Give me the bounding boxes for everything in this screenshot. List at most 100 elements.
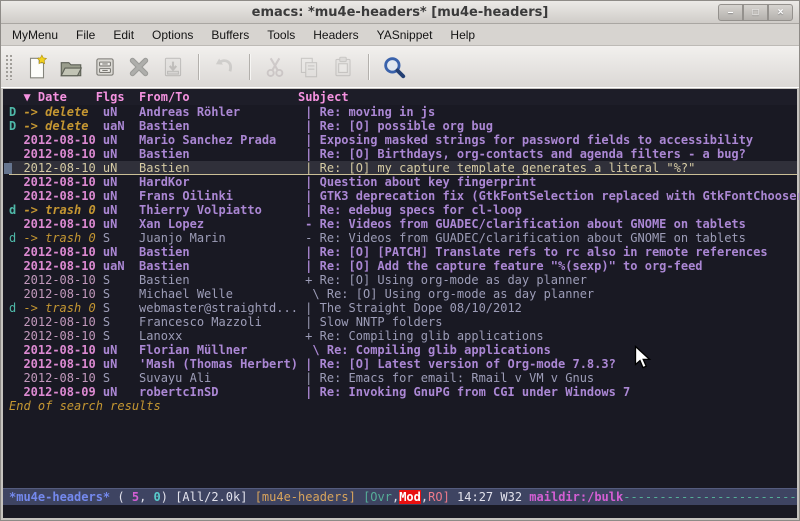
tool-bar: [1, 46, 799, 88]
mu4e-headers-buffer[interactable]: ▼ Date Flgs From/To Subject D-> deleteuN…: [1, 89, 799, 520]
modeline-segment: [mu4e-headers]: [255, 490, 363, 504]
toolbar-grip-handle[interactable]: [5, 54, 14, 80]
message-from: Bastien: [139, 273, 305, 287]
message-subject: | Re: moving in js: [305, 105, 435, 119]
echo-area[interactable]: [3, 505, 797, 518]
modeline-segment: 0: [154, 490, 161, 504]
menu-item-edit[interactable]: Edit: [104, 25, 143, 45]
message-subject: + Re: Compiling glib applications: [305, 329, 543, 343]
message-date: 2012-08-10: [23, 175, 102, 189]
save-icon[interactable]: [88, 51, 122, 83]
message-flags: uN: [103, 343, 139, 357]
message-flags: S: [103, 273, 139, 287]
message-row[interactable]: 2012-08-09uNrobertcInSD| Re: Invoking Gn…: [9, 385, 797, 399]
message-row[interactable]: 2012-08-10SBastien+ Re: [O] Using org-mo…: [9, 273, 797, 287]
menu-item-yasnippet[interactable]: YASnippet: [368, 25, 442, 45]
message-row[interactable]: 2012-08-10uNHardKor| Question about key …: [9, 175, 797, 189]
message-from: webmaster@straightd...: [139, 301, 305, 315]
copy-icon: [292, 51, 326, 83]
message-row[interactable]: 2012-08-10SMichael Welle \ Re: [O] Using…: [9, 287, 797, 301]
message-date: 2012-08-10: [23, 343, 102, 357]
message-flags: uaN: [103, 119, 139, 133]
message-row[interactable]: 2012-08-10SFrancesco Mazzoli| Slow NNTP …: [9, 315, 797, 329]
message-row[interactable]: 2012-08-10SLanoxx+ Re: Compiling glib ap…: [9, 329, 797, 343]
message-from: Thierry Volpiatto: [139, 203, 305, 217]
modeline-segment: Mod: [399, 490, 421, 504]
message-row[interactable]: D-> deleteuaNBastien| Re: [O] possible o…: [9, 119, 797, 133]
message-row[interactable]: 2012-08-10uNBastien| Re: [O] my capture …: [9, 161, 797, 175]
message-flags: uN: [103, 189, 139, 203]
message-row[interactable]: 2012-08-10uNXan Lopez- Re: Videos from G…: [9, 217, 797, 231]
message-from: Andreas Röhler: [139, 105, 305, 119]
toolbar-separator: [368, 54, 369, 80]
message-subject: | Re: [O] my capture template generates …: [305, 161, 695, 175]
message-row[interactable]: D-> deleteuNAndreas Röhler| Re: moving i…: [9, 105, 797, 119]
mark-char: [9, 329, 23, 343]
title-bar[interactable]: emacs: *mu4e-headers* [mu4e-headers] –□×: [1, 1, 799, 24]
window-buttons: –□×: [718, 4, 793, 21]
menu-item-tools[interactable]: Tools: [258, 25, 304, 45]
message-subject: \ Re: Compiling glib applications: [305, 343, 551, 357]
search-icon[interactable]: [377, 51, 411, 83]
message-row[interactable]: 2012-08-10uN'Mash (Thomas Herbert)| Re: …: [9, 357, 797, 371]
toolbar-separator: [198, 54, 199, 80]
mark-action: -> delete: [23, 119, 102, 133]
message-from: Michael Welle: [139, 287, 305, 301]
message-row[interactable]: 2012-08-10uNFrans Oilinki| GTK3 deprecat…: [9, 189, 797, 203]
mark-char: [9, 273, 23, 287]
message-row[interactable]: 2012-08-10uNBastien| Re: [O] Birthdays, …: [9, 147, 797, 161]
mark-char: [9, 133, 23, 147]
message-row[interactable]: 2012-08-10uNBastien| Re: [O] [PATCH] Tra…: [9, 245, 797, 259]
message-row[interactable]: d-> trash 0uNThierry Volpiatto| Re: edeb…: [9, 203, 797, 217]
message-row[interactable]: 2012-08-10uNFlorian Müllner \ Re: Compil…: [9, 343, 797, 357]
message-date: 2012-08-10: [23, 245, 102, 259]
message-subject: | Re: edebug specs for cl-loop: [305, 203, 522, 217]
message-date: 2012-08-10: [23, 315, 102, 329]
minimize-button[interactable]: –: [718, 4, 743, 21]
fringe-current-indicator: [4, 163, 12, 174]
modeline-segment: maildir:/bulk: [529, 490, 623, 504]
message-date: 2012-08-10: [23, 161, 102, 175]
emacs-window: emacs: *mu4e-headers* [mu4e-headers] –□×…: [0, 0, 800, 521]
mark-char: D: [9, 119, 23, 133]
mark-char: [9, 371, 23, 385]
modeline-segment: ,: [139, 490, 153, 504]
message-row[interactable]: 2012-08-10uNMario Sanchez Prada| Exposin…: [9, 133, 797, 147]
message-flags: uN: [103, 357, 139, 371]
modeline-segment: 5: [132, 490, 139, 504]
mark-char: [9, 175, 23, 189]
message-from: Florian Müllner: [139, 343, 305, 357]
message-from: Xan Lopez: [139, 217, 305, 231]
message-row[interactable]: d-> trash 0SJuanjo Marin- Re: Videos fro…: [9, 231, 797, 245]
message-flags: S: [103, 301, 139, 315]
close-button[interactable]: ×: [768, 4, 793, 21]
headers-column-header: ▼ Date Flgs From/To Subject: [3, 89, 797, 105]
menu-item-headers[interactable]: Headers: [304, 25, 367, 45]
menu-item-mymenu[interactable]: MyMenu: [3, 25, 67, 45]
mark-char: [9, 343, 23, 357]
buffer-empty-space[interactable]: [3, 413, 797, 488]
maximize-button[interactable]: □: [743, 4, 768, 21]
modeline-segment: ----------------------------------------…: [623, 490, 797, 504]
mark-char: [9, 259, 23, 273]
message-row[interactable]: d-> trash 0Swebmaster@straightd...| The …: [9, 301, 797, 315]
message-row[interactable]: 2012-08-10SSuvayu Ali| Re: Emacs for ema…: [9, 371, 797, 385]
menu-item-options[interactable]: Options: [143, 25, 202, 45]
message-subject: | GTK3 deprecation fix (GtkFontSelection…: [305, 189, 800, 203]
modeline-segment: RO]: [428, 490, 450, 504]
message-date: 2012-08-10: [23, 287, 102, 301]
open-folder-icon[interactable]: [54, 51, 88, 83]
close-buffer-icon[interactable]: [122, 51, 156, 83]
mark-action: -> delete: [23, 105, 102, 119]
menu-item-help[interactable]: Help: [441, 25, 484, 45]
mark-action: -> trash 0: [23, 301, 102, 315]
mark-char: d: [9, 231, 23, 245]
menu-item-buffers[interactable]: Buffers: [202, 25, 258, 45]
mark-char: [9, 189, 23, 203]
message-row[interactable]: 2012-08-10uaNBastien| Re: [O] Add the ca…: [9, 259, 797, 273]
menu-item-file[interactable]: File: [67, 25, 104, 45]
menu-bar: MyMenuFileEditOptionsBuffersToolsHeaders…: [1, 24, 799, 46]
mark-char: D: [9, 105, 23, 119]
new-file-icon[interactable]: [20, 51, 54, 83]
message-flags: S: [103, 231, 139, 245]
